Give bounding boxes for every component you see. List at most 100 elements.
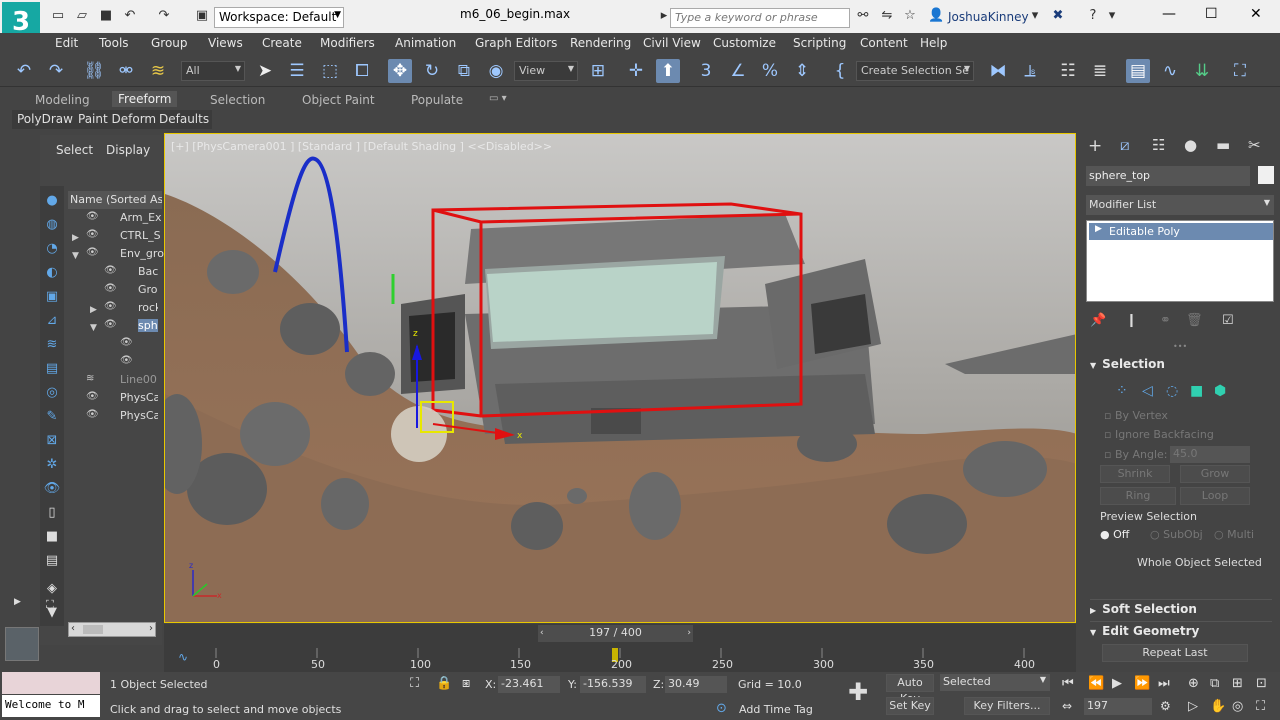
list-item[interactable]: 👁 rock bbox=[104, 301, 158, 319]
chevron-down-icon[interactable]: ▾ bbox=[1027, 8, 1043, 24]
mirror-icon[interactable]: ⧓ bbox=[986, 59, 1010, 83]
helper-filter-icon[interactable]: ⊿ bbox=[43, 312, 61, 330]
camera-filter-icon[interactable]: ▣ bbox=[43, 288, 61, 306]
user-icon[interactable]: 👤 bbox=[928, 8, 944, 24]
schematic-view-icon[interactable]: ⇊ bbox=[1190, 59, 1214, 83]
field-of-view-icon[interactable]: ▷ bbox=[1188, 699, 1198, 714]
modifier-stack[interactable]: Editable Poly ▶ bbox=[1086, 220, 1274, 302]
snaps-toggle-icon[interactable]: 3 bbox=[694, 59, 718, 83]
key-mode-toggle-icon[interactable]: ⇔ bbox=[1062, 699, 1072, 713]
list-item[interactable]: 👁 Grou bbox=[104, 283, 158, 301]
orbit-icon[interactable]: ◎ bbox=[1232, 699, 1243, 714]
repeat-last-button[interactable]: Repeat Last bbox=[1102, 644, 1248, 662]
display-tab-icon[interactable]: ▬ bbox=[1216, 136, 1230, 154]
menu-animation[interactable]: Animation bbox=[395, 36, 456, 50]
subtab-paint-deform[interactable]: Paint Deform bbox=[78, 112, 156, 126]
menu-views[interactable]: Views bbox=[208, 36, 243, 50]
select-and-place-icon[interactable]: ◉ bbox=[484, 59, 508, 83]
scroll-right-icon[interactable]: › bbox=[149, 623, 153, 634]
angle-snap-icon[interactable]: ∠ bbox=[726, 59, 750, 83]
display-children-icon[interactable]: ▤ bbox=[43, 552, 61, 570]
display-none-icon[interactable]: ● bbox=[43, 192, 61, 210]
x-coordinate-field[interactable]: -23.461 bbox=[498, 676, 560, 693]
chevron-down-icon[interactable]: ▾ bbox=[1104, 8, 1120, 24]
eye-icon[interactable]: 👁 bbox=[86, 247, 99, 258]
polygon-icon[interactable]: ■ bbox=[1190, 383, 1203, 399]
previous-key-icon[interactable]: ⏪ bbox=[1088, 676, 1104, 691]
tab-selection[interactable]: Selection bbox=[210, 93, 265, 107]
preview-subobj-radio[interactable]: ○ SubObj bbox=[1150, 528, 1203, 541]
select-and-rotate-icon[interactable]: ↻ bbox=[420, 59, 444, 83]
subtab-polydraw[interactable]: PolyDraw bbox=[17, 112, 73, 126]
tab-object-paint[interactable]: Object Paint bbox=[302, 93, 375, 107]
layer-explorer-icon[interactable]: ≣ bbox=[1088, 59, 1112, 83]
select-by-name-icon[interactable]: ☰ bbox=[285, 59, 309, 83]
hierarchy-tab-icon[interactable]: ☷ bbox=[1152, 136, 1165, 154]
menu-help[interactable]: Help bbox=[920, 36, 947, 50]
key-filter-dropdown[interactable]: Selected ▼ bbox=[940, 674, 1050, 691]
go-to-end-icon[interactable]: ⏭ bbox=[1158, 676, 1170, 691]
toggle-ribbon-icon[interactable]: ▤ bbox=[1126, 59, 1150, 83]
maxscript-mini-listener-pink[interactable] bbox=[2, 672, 100, 694]
scroll-thumb[interactable] bbox=[83, 625, 103, 634]
scene-explorer-icon[interactable]: ☷ bbox=[1056, 59, 1080, 83]
pivot-center-icon[interactable]: ⊞ bbox=[586, 59, 610, 83]
zoom-icon[interactable]: ⊕ bbox=[1188, 676, 1199, 691]
spinner-snap-icon[interactable]: ⇕ bbox=[790, 59, 814, 83]
redo-icon[interactable]: ↷ bbox=[156, 8, 172, 24]
percent-snap-icon[interactable]: % bbox=[758, 59, 782, 83]
menu-modifiers[interactable]: Modifiers bbox=[320, 36, 375, 50]
expand-panel-icon[interactable]: ▶ bbox=[14, 597, 21, 607]
menu-content[interactable]: Content bbox=[860, 36, 908, 50]
curve-editor-mini-icon[interactable]: ∿ bbox=[178, 650, 188, 664]
bind-space-warp-icon[interactable]: ≋ bbox=[146, 59, 170, 83]
list-item[interactable]: 👁 sphe bbox=[104, 319, 158, 337]
motion-tab-icon[interactable]: ● bbox=[1184, 136, 1197, 154]
menu-edit[interactable]: Edit bbox=[55, 36, 78, 50]
shrink-button[interactable]: Shrink bbox=[1100, 465, 1170, 483]
workspace-dropdown[interactable]: Workspace: Default ▼ bbox=[214, 7, 344, 28]
time-slider[interactable]: ‹ 197 / 400 › bbox=[538, 625, 693, 642]
light-filter-icon[interactable]: ◐ bbox=[43, 264, 61, 282]
explorer-name-column[interactable]: Name (Sorted Asc bbox=[68, 191, 162, 209]
preview-multi-radio[interactable]: ○ Multi bbox=[1214, 528, 1254, 541]
select-and-scale-icon[interactable]: ⧉ bbox=[452, 59, 476, 83]
edit-named-selections-icon[interactable]: { bbox=[828, 59, 852, 83]
list-item[interactable]: 👁 PhysCa bbox=[86, 391, 158, 409]
eye-icon[interactable]: 👁 bbox=[86, 211, 99, 222]
tab-modeling[interactable]: Modeling bbox=[35, 93, 90, 107]
list-item[interactable]: ≋ Line001 bbox=[86, 373, 158, 391]
menu-scripting[interactable]: Scripting bbox=[793, 36, 846, 50]
curve-editor-icon[interactable]: ∿ bbox=[1158, 59, 1182, 83]
perspective-viewport[interactable]: z x z x [+] [PhysCamera001 ] [Standard ]… bbox=[164, 133, 1076, 623]
expand-arrow-icon[interactable]: ▶ bbox=[72, 233, 79, 243]
next-key-icon[interactable]: ⏩ bbox=[1134, 676, 1150, 691]
find-icon[interactable]: ◈ bbox=[43, 580, 61, 598]
eye-icon[interactable]: 👁 bbox=[104, 265, 117, 276]
maximize-icon[interactable]: ☐ bbox=[1205, 6, 1218, 22]
scroll-left-icon[interactable]: ‹ bbox=[71, 623, 75, 634]
xref-filter-icon[interactable]: ◎ bbox=[43, 384, 61, 402]
show-end-result-icon[interactable]: ❙ bbox=[1126, 313, 1137, 328]
remove-modifier-icon[interactable]: 🗑 bbox=[1186, 313, 1203, 328]
z-coordinate-field[interactable]: 30.49 bbox=[665, 676, 727, 693]
subtab-defaults[interactable]: Defaults bbox=[159, 112, 209, 126]
y-coordinate-field[interactable]: -156.539 bbox=[580, 676, 646, 693]
set-key-button[interactable]: Set Key bbox=[886, 697, 934, 715]
viewport-label[interactable]: [+] [PhysCamera001 ] [Standard ] [Defaul… bbox=[171, 140, 552, 153]
menu-create[interactable]: Create bbox=[262, 36, 302, 50]
select-object-icon[interactable]: ➤ bbox=[253, 59, 277, 83]
time-tag-icon[interactable]: ⊙ bbox=[716, 701, 727, 716]
isolate-selection-icon[interactable]: ⛶ bbox=[410, 676, 419, 691]
menu-rendering[interactable]: Rendering bbox=[570, 36, 631, 50]
group-filter-icon[interactable]: ▤ bbox=[43, 360, 61, 378]
menu-customize[interactable]: Customize bbox=[713, 36, 776, 50]
close-icon[interactable]: ✕ bbox=[1250, 6, 1262, 22]
redo-icon[interactable]: ↷ bbox=[44, 59, 68, 83]
stack-item-editable-poly[interactable]: Editable Poly bbox=[1089, 223, 1273, 240]
configure-modifier-sets-icon[interactable]: ☑ bbox=[1222, 313, 1234, 328]
open-file-icon[interactable]: ▱ bbox=[74, 8, 90, 24]
utilities-tab-icon[interactable]: ✂ bbox=[1248, 136, 1261, 154]
auto-key-button[interactable]: Auto Key bbox=[886, 674, 934, 705]
absolute-mode-icon[interactable]: ⧆ bbox=[462, 676, 470, 691]
